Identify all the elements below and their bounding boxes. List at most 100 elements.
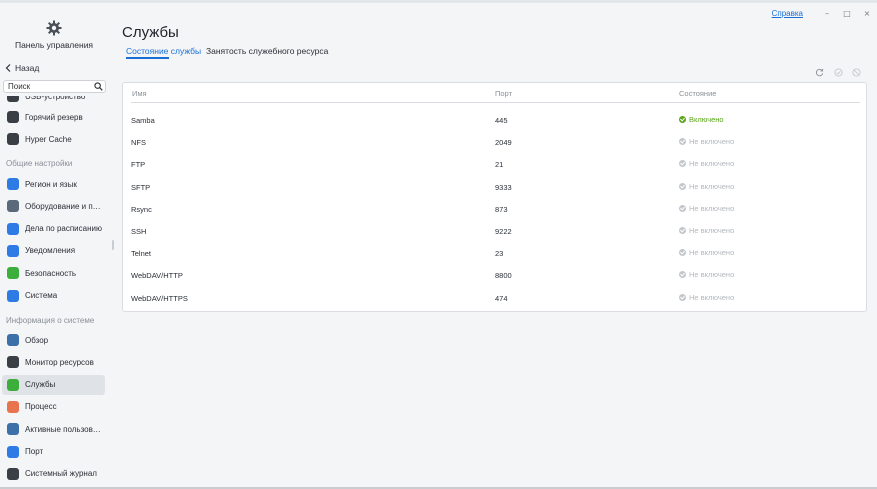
service-name: WebDAV/HTTPS <box>131 293 188 303</box>
service-status: Не включено <box>679 204 734 213</box>
disable-icon[interactable] <box>852 68 861 77</box>
table-row[interactable]: WebDAV/HTTPS 474 Не включено <box>123 287 866 309</box>
service-status: Не включено <box>679 159 734 168</box>
table-row[interactable]: Samba 445 Включено <box>123 109 866 131</box>
header-status[interactable]: Состояние <box>679 89 716 98</box>
service-port: 2049 <box>495 138 512 148</box>
sidebar-item-notifications[interactable]: Уведомления <box>2 241 105 261</box>
system-icon <box>7 289 19 302</box>
section-general-settings: Общие настройки <box>6 159 73 168</box>
sidebar-item-system[interactable]: Система <box>2 286 105 306</box>
sidebar-item-label: Система <box>25 291 58 300</box>
app-title: Панель управления <box>14 40 94 50</box>
status-label: Не включено <box>689 248 735 258</box>
status-check-icon <box>679 204 686 212</box>
status-label: Не включено <box>689 270 735 280</box>
services-table: Имя Порт Состояние Samba 445 Включено NFS 20… <box>122 82 867 312</box>
sidebar-item-globe[interactable]: Регион и язык <box>2 174 105 194</box>
schedule-icon <box>7 222 19 235</box>
window-controls: Справка – □ × <box>772 6 877 20</box>
service-port: 21 <box>495 160 504 170</box>
sidebar-item-overview[interactable]: Обзор <box>2 330 105 350</box>
table-row[interactable]: NFS 2049 Не включено <box>123 131 866 153</box>
service-port: 8800 <box>495 271 512 281</box>
sidebar-item-label: Hyper Cache <box>25 134 72 144</box>
status-check-icon <box>679 293 686 301</box>
active-users-icon <box>7 423 19 436</box>
status-check-icon <box>679 138 686 146</box>
status-label: Не включено <box>689 181 735 191</box>
tab-service-status[interactable]: Состояние службы <box>126 46 201 56</box>
status-check-icon <box>679 160 686 168</box>
sidebar-item-security[interactable]: Безопасность <box>2 263 105 283</box>
sidebar-item-label: Порт <box>25 447 44 456</box>
help-link[interactable]: Справка <box>772 9 803 18</box>
service-name: Samba <box>131 116 155 125</box>
service-port: 9333 <box>495 182 512 192</box>
sidebar-item-label: Дела по расписанию <box>25 224 102 234</box>
service-status: Не включено <box>679 182 734 191</box>
sidebar-item-label: Безопасность <box>25 268 77 278</box>
sidebar-item-label: Активные пользоват... <box>25 424 105 434</box>
sidebar-item-hot-standby[interactable]: Горячий резерв <box>2 107 105 127</box>
sidebar-scrollbar[interactable] <box>112 240 114 250</box>
sidebar-item-process[interactable]: Процесс <box>2 397 105 417</box>
service-port: 474 <box>495 293 508 303</box>
table-row[interactable]: SSH 9222 Не включено <box>123 220 866 242</box>
sidebar-item-schedule[interactable]: Дела по расписанию <box>2 219 105 239</box>
back-button[interactable]: Назад <box>5 63 39 73</box>
sidebar-item-resource-monitor[interactable]: Монитор ресурсов <box>2 352 105 372</box>
status-label: Не включено <box>689 292 735 302</box>
services-icon <box>7 378 19 391</box>
section-system-info: Информация о системе <box>6 316 95 325</box>
globe-icon <box>7 178 19 190</box>
search-input[interactable]: Поиск <box>3 80 106 93</box>
sidebar-item-label: Монитор ресурсов <box>25 357 94 367</box>
table-row[interactable]: SFTP 9333 Не включено <box>123 176 866 198</box>
status-label: Не включено <box>689 159 735 169</box>
sidebar-item-active-users[interactable]: Активные пользоват... <box>2 419 105 439</box>
service-port: 9222 <box>495 227 512 236</box>
sidebar-item-services[interactable]: Службы <box>2 374 105 395</box>
sidebar-item-hyper-cache[interactable]: Hyper Cache <box>2 129 105 149</box>
notifications-icon <box>7 244 19 257</box>
resource-monitor-icon <box>7 356 19 369</box>
status-check-icon <box>679 182 686 190</box>
sidebar-item-hardware[interactable]: Оборудование и пит... <box>2 196 105 216</box>
sidebar-item-label: Горячий резерв <box>25 112 83 122</box>
minimize-button[interactable]: – <box>817 9 837 18</box>
sidebar-item-label: Уведомления <box>25 246 76 256</box>
refresh-icon[interactable] <box>815 68 824 77</box>
table-row[interactable]: Rsync 873 Не включено <box>123 198 866 220</box>
service-status: Не включено <box>679 248 734 257</box>
sidebar-item-label: Службы <box>25 380 56 390</box>
status-check-icon <box>679 227 686 234</box>
maximize-button[interactable]: □ <box>837 9 857 18</box>
service-name: SFTP <box>131 182 151 192</box>
header-name[interactable]: Имя <box>132 89 147 98</box>
hardware-icon <box>7 200 19 213</box>
hot-standby-icon <box>7 111 19 123</box>
service-name: NFS <box>131 138 146 148</box>
table-row[interactable]: FTP 21 Не включено <box>123 153 866 175</box>
search-icon[interactable] <box>94 82 103 91</box>
sidebar: Панель управления Назад Поиск USB-устрой… <box>0 0 114 489</box>
service-port: 23 <box>495 249 504 259</box>
sidebar-item-port[interactable]: Порт <box>2 442 105 462</box>
header-port[interactable]: Порт <box>495 89 512 98</box>
service-port: 445 <box>495 116 508 125</box>
status-label: Не включено <box>689 226 735 235</box>
port-icon <box>7 445 19 458</box>
table-row[interactable]: WebDAV/HTTP 8800 Не включено <box>123 264 866 286</box>
sidebar-item-label: Оборудование и пит... <box>25 201 105 211</box>
enable-icon[interactable] <box>834 68 843 77</box>
service-status: Не включено <box>679 293 734 302</box>
status-label: Не включено <box>689 203 735 213</box>
sidebar-item-system-log[interactable]: Системный журнал <box>2 464 105 484</box>
status-label: Не включено <box>689 137 735 147</box>
close-button[interactable]: × <box>857 9 877 18</box>
table-row[interactable]: Telnet 23 Не включено <box>123 242 866 264</box>
service-status: Включено <box>679 115 724 124</box>
page-title: Службы <box>122 24 179 41</box>
tab-service-resource-usage[interactable]: Занятость служебного ресурса <box>206 46 328 56</box>
